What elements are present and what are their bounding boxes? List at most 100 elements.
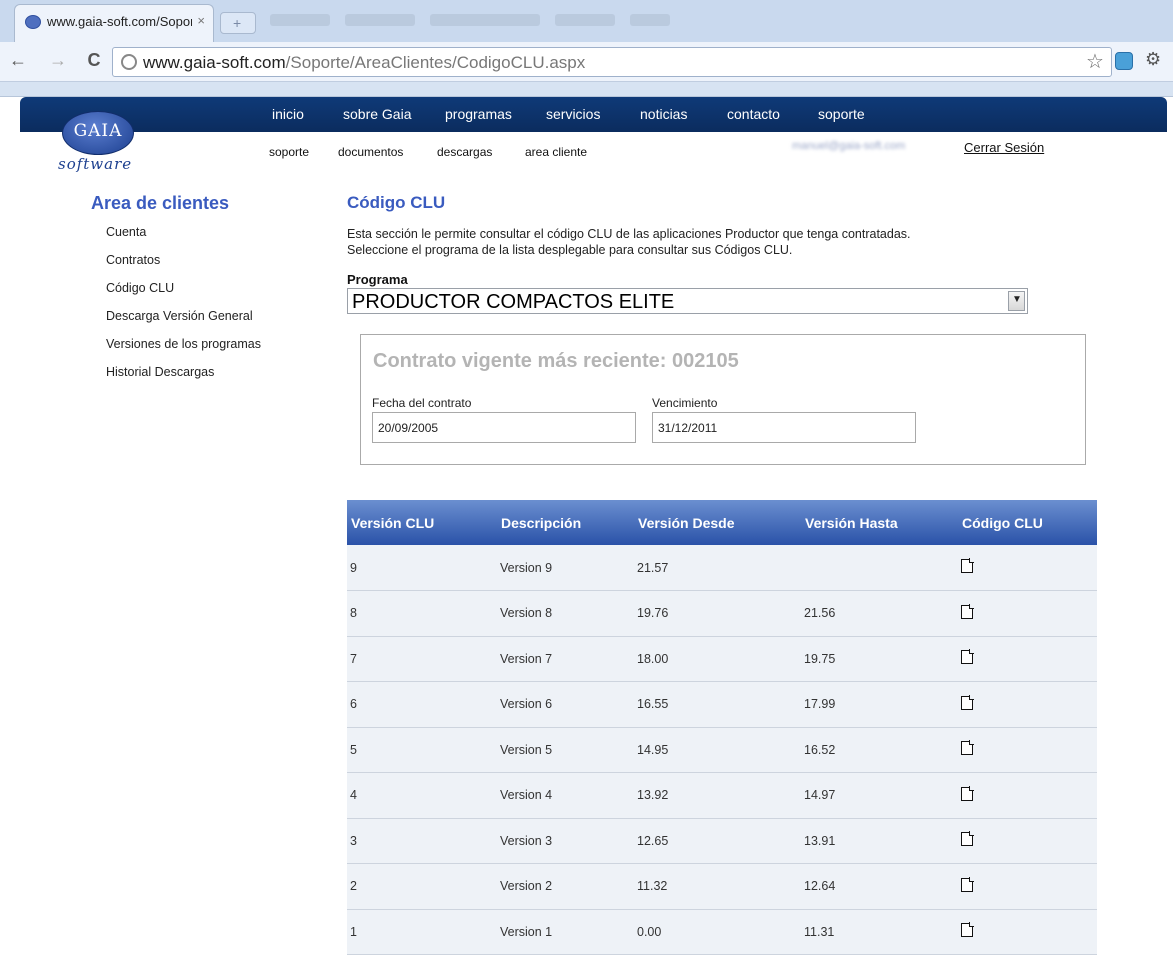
nav-sobre-gaia[interactable]: sobre Gaia	[343, 106, 411, 122]
document-icon[interactable]	[961, 876, 974, 892]
cell-code	[958, 590, 1097, 637]
cell-version-from: 16.55	[634, 681, 801, 728]
nav-programas[interactable]: programas	[445, 106, 512, 122]
cell-version-from: 11.32	[634, 863, 801, 910]
document-icon[interactable]	[961, 649, 974, 665]
table-row: 9 Version 9 21.57	[347, 545, 1097, 591]
extension-icon[interactable]	[1115, 52, 1133, 70]
dropdown-arrow-button[interactable]: ▼	[1008, 291, 1025, 311]
sidebar-item-cuenta[interactable]: Cuenta	[106, 223, 321, 251]
subnav-area-cliente[interactable]: area cliente	[525, 145, 587, 159]
program-label: Programa	[347, 272, 408, 287]
sidebar-title: Area de clientes	[91, 193, 230, 213]
nav-contacto[interactable]: contacto	[727, 106, 780, 122]
cell-code	[958, 681, 1097, 728]
expiry-date-value: 31/12/2011	[658, 421, 718, 435]
table-row: 7 Version 7 18.00 19.75	[347, 636, 1097, 682]
cell-version-to: 11.31	[801, 909, 958, 955]
blurred-bookmark[interactable]	[345, 14, 415, 26]
user-email: manuel@gaia-soft.com	[792, 140, 906, 152]
cell-version-from: 12.65	[634, 818, 801, 864]
contract-date-field[interactable]: 20/09/2005	[372, 412, 636, 443]
expiry-date-field[interactable]: 31/12/2011	[652, 412, 916, 443]
program-select[interactable]: PRODUCTOR COMPACTOS ELITE ▼	[347, 288, 1028, 314]
cell-version: 8	[347, 590, 497, 637]
cell-description: Version 9	[497, 545, 634, 591]
cell-description: Version 5	[497, 727, 634, 773]
logo-text: GAIA	[73, 121, 123, 141]
cell-version: 5	[347, 727, 497, 773]
document-icon[interactable]	[961, 558, 974, 573]
blurred-bookmark[interactable]	[555, 14, 615, 26]
contract-panel: Contrato vigente más reciente: 002105 Fe…	[360, 334, 1086, 465]
forward-arrow-icon[interactable]: →	[48, 50, 68, 71]
cell-description: Version 6	[497, 681, 634, 728]
logo-subtitle: software	[58, 155, 133, 173]
contract-title: Contrato vigente más reciente: 002105	[373, 350, 739, 372]
cell-code	[958, 727, 1097, 773]
new-tab-button[interactable]: +	[220, 12, 256, 34]
document-icon[interactable]	[961, 694, 974, 710]
browser-chrome: www.gaia-soft.com/Soport × + ← → C www.g…	[0, 0, 1173, 97]
document-icon[interactable]	[961, 603, 974, 619]
cell-version: 1	[347, 909, 497, 955]
cell-version-from: 18.00	[634, 636, 801, 682]
subnav-documentos[interactable]: documentos	[338, 145, 403, 159]
table-row: 4 Version 4 13.92 14.97	[347, 772, 1097, 819]
cell-version-from: 19.76	[634, 590, 801, 637]
cell-version: 3	[347, 818, 497, 864]
cell-version: 2	[347, 863, 497, 910]
column-header-version: Versión CLU	[351, 514, 435, 531]
blurred-bookmark[interactable]	[430, 14, 540, 26]
document-icon[interactable]	[961, 831, 974, 847]
logout-link[interactable]: Cerrar Sesión	[964, 140, 1044, 155]
browser-tab[interactable]: www.gaia-soft.com/Soport ×	[14, 4, 214, 42]
reload-icon[interactable]: C	[84, 50, 104, 71]
document-icon[interactable]	[961, 740, 974, 756]
bookmark-star-icon[interactable]: ☆	[1086, 49, 1104, 74]
gaia-logo[interactable]: GAIA software	[46, 111, 158, 177]
page-title: Código CLU	[347, 193, 446, 212]
cell-version: 6	[347, 681, 497, 728]
subnav-soporte[interactable]: soporte	[269, 145, 309, 159]
table-header-row: Versión CLU Descripción Versión Desde Ve…	[347, 500, 1097, 545]
cell-description: Version 2	[497, 863, 634, 910]
wrench-icon[interactable]: ⚙	[1145, 49, 1161, 70]
sidebar-item-contratos[interactable]: Contratos	[106, 251, 321, 279]
cell-version-from: 13.92	[634, 772, 801, 819]
site-favicon-icon	[25, 15, 41, 29]
contract-date-value: 20/09/2005	[378, 421, 439, 435]
plus-icon: +	[233, 15, 242, 31]
nav-servicios[interactable]: servicios	[546, 106, 600, 122]
cell-version-to	[801, 545, 958, 591]
back-arrow-icon[interactable]: ←	[8, 50, 28, 71]
main-content: Código CLU Esta sección le permite consu…	[347, 193, 1097, 465]
sidebar-item-versiones-programas[interactable]: Versiones de los programas	[106, 335, 321, 363]
document-icon[interactable]	[961, 922, 974, 938]
sidebar-item-descarga-version-general[interactable]: Descarga Versión General	[106, 307, 321, 335]
address-url: www.gaia-soft.com/Soporte/AreaClientes/C…	[143, 53, 586, 72]
cell-code	[958, 863, 1097, 910]
intro-text: Esta sección le permite consultar el cód…	[347, 226, 1097, 258]
cell-version-from: 21.57	[634, 545, 801, 591]
cell-code	[958, 909, 1097, 955]
nav-inicio[interactable]: inicio	[272, 106, 304, 122]
sidebar-item-codigo-clu[interactable]: Código CLU	[106, 279, 321, 307]
document-icon[interactable]	[961, 785, 974, 801]
close-tab-icon[interactable]: ×	[197, 13, 205, 28]
address-bar[interactable]: www.gaia-soft.com/Soporte/AreaClientes/C…	[112, 47, 1112, 77]
cell-version: 9	[347, 545, 497, 591]
cell-description: Version 3	[497, 818, 634, 864]
nav-soporte[interactable]: soporte	[818, 106, 865, 122]
subnav-descargas[interactable]: descargas	[437, 145, 492, 159]
cell-version-to: 14.97	[801, 772, 958, 819]
blurred-bookmark[interactable]	[630, 14, 670, 26]
cell-version-from: 0.00	[634, 909, 801, 955]
versions-table: Versión CLU Descripción Versión Desde Ve…	[347, 500, 1097, 955]
contract-date-label: Fecha del contrato	[372, 396, 472, 410]
cell-version-to: 19.75	[801, 636, 958, 682]
expiry-date-label: Vencimiento	[652, 396, 718, 410]
blurred-bookmark[interactable]	[270, 14, 330, 26]
sidebar-item-historial-descargas[interactable]: Historial Descargas	[106, 363, 321, 391]
nav-noticias[interactable]: noticias	[640, 106, 687, 122]
